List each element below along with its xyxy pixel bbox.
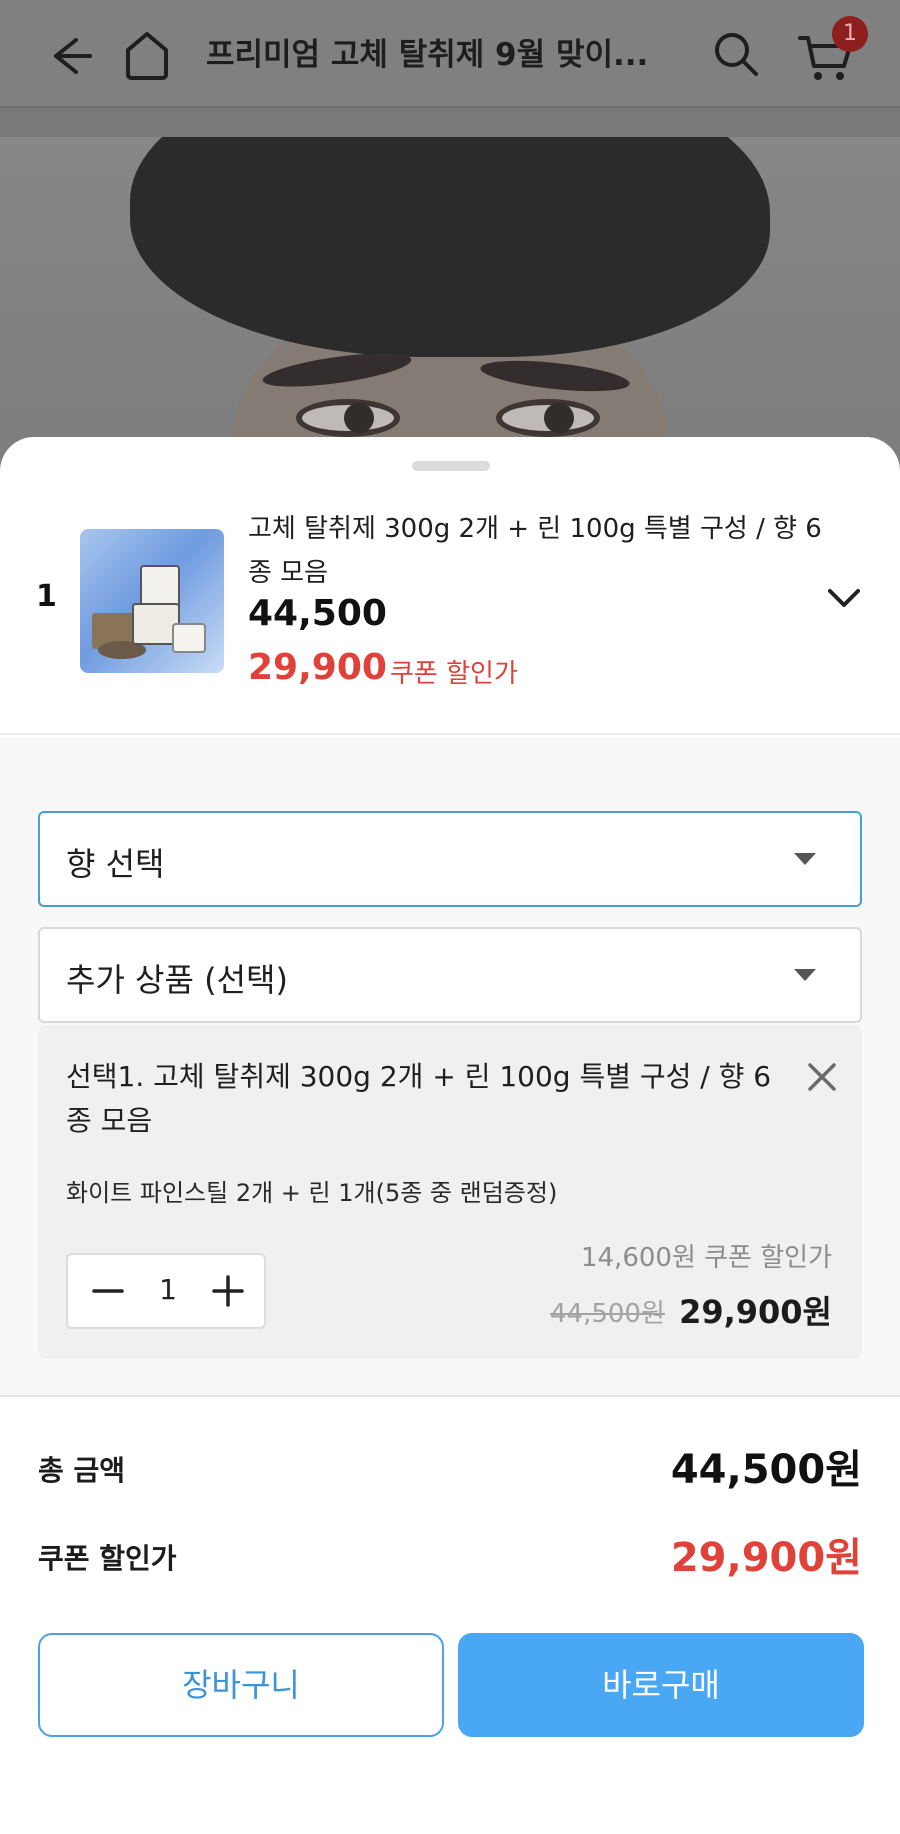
addon-select-label: 추가 상품 (선택) [66,961,288,999]
product-thumbnail [80,529,224,673]
back-arrow-icon[interactable] [44,30,96,82]
final-price: 29,900원 [679,1293,832,1331]
chevron-down-icon[interactable] [824,583,864,613]
selected-option-description: 화이트 파인스틸 2개 + 린 1개(5종 중 랜덤증정) [66,1179,558,1207]
product-summary: 1 고체 탈취제 300g 2개 + 린 100g 특별 구성 / 향 6종 모… [0,437,900,735]
coupon-price-label: 쿠폰 할인가 [38,1542,177,1575]
total-amount-label: 총 금액 [38,1454,126,1487]
product-price: 44,500 [248,593,387,634]
total-amount-row: 총 금액 44,500원 [38,1437,862,1497]
summary-divider [0,1395,900,1397]
close-icon[interactable] [806,1061,838,1093]
product-coupon-label: 쿠폰 할인가 [390,659,518,689]
option-bottom-sheet: 1 고체 탈취제 300g 2개 + 린 100g 특별 구성 / 향 6종 모… [0,437,900,1834]
coupon-price-value: 29,900원 [670,1535,862,1581]
plus-icon[interactable] [206,1269,250,1313]
thumb-can-shape [172,623,206,653]
product-coupon-price: 29,900 [248,647,387,688]
add-to-cart-button[interactable]: 장바구니 [38,1633,444,1737]
original-price: 44,500원 [550,1299,665,1329]
page-title: 프리미엄 고체 탈취제 9월 맞이... [206,37,649,73]
home-icon[interactable] [122,28,172,82]
top-navigation-bar: 프리미엄 고체 탈취제 9월 맞이... 1 [0,0,900,108]
caret-down-icon [794,969,816,981]
minus-icon[interactable] [86,1269,130,1313]
caret-down-icon [794,853,816,865]
selected-option-card: 선택1. 고체 탈취제 300g 2개 + 린 100g 특별 구성 / 향 6… [38,1025,862,1359]
selected-option-title: 선택1. 고체 탈취제 300g 2개 + 린 100g 특별 구성 / 향 6… [66,1060,772,1137]
scent-select-label: 향 선택 [66,845,165,883]
product-index: 1 [36,579,57,614]
search-icon[interactable] [710,28,762,80]
cart-count-badge: 1 [832,16,868,52]
quantity-stepper: 1 [66,1253,266,1329]
hero-dim-overlay [0,137,900,477]
addon-select[interactable]: 추가 상품 (선택) [38,927,862,1023]
product-hero-image [0,137,900,477]
buy-now-button[interactable]: 바로구매 [458,1633,864,1737]
coupon-discount-text: 14,600원 쿠폰 할인가 [580,1243,832,1273]
quantity-value: 1 [159,1273,177,1306]
scent-select[interactable]: 향 선택 [38,811,862,907]
product-name: 고체 탈취제 300g 2개 + 린 100g 특별 구성 / 향 6종 모음 [248,514,822,588]
coupon-price-row: 쿠폰 할인가 29,900원 [38,1525,862,1585]
total-amount-value: 44,500원 [670,1447,862,1493]
